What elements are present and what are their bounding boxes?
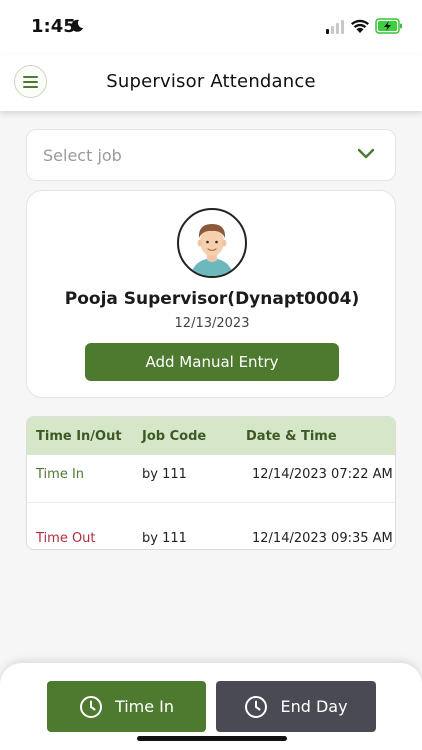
- end-day-label: End Day: [280, 697, 348, 716]
- app-header: Supervisor Attendance: [0, 55, 422, 111]
- table-row: Time Out by 111 12/14/2023 09:35 AM: [27, 503, 395, 549]
- end-day-button[interactable]: End Day: [216, 681, 376, 732]
- clock-icon: [245, 695, 268, 718]
- profile-name: Pooja Supervisor(Dynapt0004): [64, 289, 360, 309]
- row-type: Time In: [36, 467, 85, 482]
- chevron-down-icon: [357, 148, 375, 159]
- home-indicator[interactable]: [137, 736, 287, 741]
- table-header: Time In/Out Job Code Date & Time: [27, 417, 395, 455]
- signal-icon: [326, 20, 344, 34]
- row-datetime: 12/14/2023 09:35 AM: [252, 531, 393, 546]
- avatar: [177, 208, 247, 278]
- profile-card: Pooja Supervisor(Dynapt0004) 12/13/2023 …: [26, 190, 396, 398]
- profile-date: 12/13/2023: [174, 316, 250, 331]
- status-bar: 1:45: [0, 0, 422, 55]
- page-title: Supervisor Attendance: [106, 71, 316, 92]
- row-type: Time Out: [36, 531, 96, 546]
- attendance-table: Time In/Out Job Code Date & Time Time In…: [26, 416, 396, 550]
- row-datetime: 12/14/2023 07:22 AM: [252, 467, 393, 482]
- battery-charging-icon: [375, 18, 402, 34]
- clock-icon: [79, 695, 102, 718]
- moon-icon: [71, 19, 83, 32]
- time-in-button[interactable]: Time In: [47, 681, 206, 732]
- column-header-job-code: Job Code: [142, 429, 207, 444]
- wifi-icon: [351, 19, 369, 33]
- user-avatar-icon: [191, 224, 233, 276]
- add-manual-entry-button[interactable]: Add Manual Entry: [85, 343, 339, 381]
- row-job-code: by 111: [142, 467, 187, 482]
- row-job-code: by 111: [142, 531, 187, 546]
- job-select-dropdown[interactable]: Select job: [26, 129, 396, 181]
- table-row: Time In by 111 12/14/2023 07:22 AM: [27, 455, 395, 503]
- time-in-label: Time In: [114, 697, 175, 716]
- job-select-placeholder: Select job: [43, 146, 122, 165]
- column-header-time-in-out: Time In/Out: [36, 429, 122, 444]
- column-header-date-time: Date & Time: [246, 429, 337, 444]
